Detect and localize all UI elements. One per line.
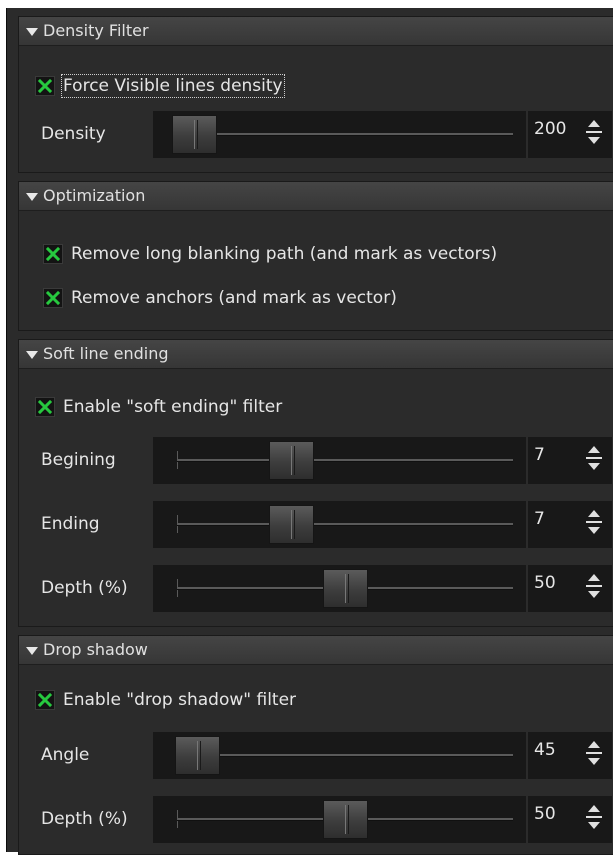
force-density-checkbox-row[interactable]: Force Visible lines density	[35, 72, 285, 100]
remove-anchors-label: Remove anchors (and mark as vector)	[71, 288, 397, 308]
drop-shadow-label: Enable "drop shadow" filter	[63, 690, 297, 710]
spin-arrows-icon[interactable]	[585, 510, 603, 538]
spin-arrows-icon[interactable]	[585, 120, 603, 148]
section-header-drop-shadow[interactable]: Drop shadow	[19, 636, 613, 665]
force-density-label: Force Visible lines density	[61, 74, 285, 98]
section-soft-line-ending: Soft line ending Enable "soft ending" fi…	[18, 339, 613, 627]
shadow-depth-value[interactable]: 50	[534, 804, 556, 824]
soft-ending-checkbox[interactable]	[35, 397, 55, 417]
soft-ending-label: Enable "soft ending" filter	[63, 397, 283, 417]
force-density-checkbox[interactable]	[35, 76, 55, 96]
ending-value[interactable]: 7	[534, 509, 545, 529]
density-spinbox[interactable]: 200	[528, 111, 612, 158]
section-header-density-filter[interactable]: Density Filter	[19, 17, 613, 46]
check-x-icon	[38, 693, 52, 707]
section-title: Density Filter	[43, 21, 149, 40]
spin-arrows-icon[interactable]	[585, 805, 603, 833]
density-value[interactable]: 200	[534, 119, 566, 139]
section-title: Soft line ending	[43, 344, 169, 363]
slider-track	[177, 133, 513, 136]
filters-panel: Density Filter Force Visible lines densi…	[6, 8, 613, 855]
drop-shadow-checkbox[interactable]	[35, 690, 55, 710]
check-x-icon	[38, 79, 52, 93]
section-optimization: Optimization Remove long blanking path (…	[18, 181, 613, 331]
drop-shadow-checkbox-row[interactable]: Enable "drop shadow" filter	[35, 686, 296, 714]
begining-label: Begining	[41, 450, 116, 470]
section-title: Drop shadow	[43, 640, 148, 659]
section-header-optimization[interactable]: Optimization	[19, 182, 613, 211]
section-title: Optimization	[43, 186, 146, 205]
shadow-depth-spinbox[interactable]: 50	[528, 796, 612, 843]
slider-track	[177, 754, 513, 757]
section-drop-shadow: Drop shadow Enable "drop shadow" filter …	[18, 635, 613, 855]
remove-blanking-label: Remove long blanking path (and mark as v…	[71, 244, 498, 264]
angle-slider-row: Angle 45	[19, 732, 613, 780]
slider-thumb[interactable]	[175, 736, 221, 775]
shadow-depth-slider[interactable]	[153, 796, 526, 843]
soft-depth-value[interactable]: 50	[534, 573, 556, 593]
remove-blanking-checkbox-row[interactable]: Remove long blanking path (and mark as v…	[43, 240, 497, 268]
section-density-filter: Density Filter Force Visible lines densi…	[18, 16, 613, 173]
check-x-icon	[46, 247, 60, 261]
ending-slider-row: Ending 7	[19, 501, 613, 549]
remove-anchors-checkbox[interactable]	[43, 288, 63, 308]
slider-thumb[interactable]	[323, 800, 368, 839]
soft-depth-slider-row: Depth (%) 50	[19, 565, 613, 613]
soft-depth-label: Depth (%)	[41, 578, 128, 598]
begining-slider-row: Begining 7	[19, 437, 613, 485]
spin-arrows-icon[interactable]	[585, 446, 603, 474]
collapse-triangle-icon	[26, 28, 38, 36]
soft-ending-checkbox-row[interactable]: Enable "soft ending" filter	[35, 393, 282, 421]
ending-label: Ending	[41, 514, 100, 534]
soft-depth-spinbox[interactable]: 50	[528, 565, 612, 612]
check-x-icon	[38, 400, 52, 414]
angle-label: Angle	[41, 745, 90, 765]
shadow-depth-slider-row: Depth (%) 50	[19, 796, 613, 844]
slider-thumb[interactable]	[171, 115, 217, 154]
collapse-triangle-icon	[26, 647, 38, 655]
density-label: Density	[41, 124, 106, 144]
slider-thumb[interactable]	[269, 441, 315, 480]
spin-arrows-icon[interactable]	[585, 741, 603, 769]
collapse-triangle-icon	[26, 193, 38, 201]
soft-depth-slider[interactable]	[153, 565, 526, 612]
begining-spinbox[interactable]: 7	[528, 437, 612, 484]
check-x-icon	[46, 291, 60, 305]
section-header-soft-line-ending[interactable]: Soft line ending	[19, 340, 613, 369]
angle-value[interactable]: 45	[534, 740, 556, 760]
shadow-depth-label: Depth (%)	[41, 809, 128, 829]
begining-value[interactable]: 7	[534, 445, 545, 465]
collapse-triangle-icon	[26, 351, 38, 359]
density-slider[interactable]	[153, 111, 526, 158]
angle-spinbox[interactable]: 45	[528, 732, 612, 779]
ending-spinbox[interactable]: 7	[528, 501, 612, 548]
remove-blanking-checkbox[interactable]	[43, 244, 63, 264]
remove-anchors-checkbox-row[interactable]: Remove anchors (and mark as vector)	[43, 284, 397, 312]
slider-thumb[interactable]	[269, 505, 315, 544]
slider-thumb[interactable]	[323, 569, 368, 608]
spin-arrows-icon[interactable]	[585, 574, 603, 602]
slider-track	[177, 523, 513, 526]
begining-slider[interactable]	[153, 437, 526, 484]
slider-track	[177, 459, 513, 462]
density-slider-row: Density 200	[19, 111, 613, 159]
angle-slider[interactable]	[153, 732, 526, 779]
ending-slider[interactable]	[153, 501, 526, 548]
